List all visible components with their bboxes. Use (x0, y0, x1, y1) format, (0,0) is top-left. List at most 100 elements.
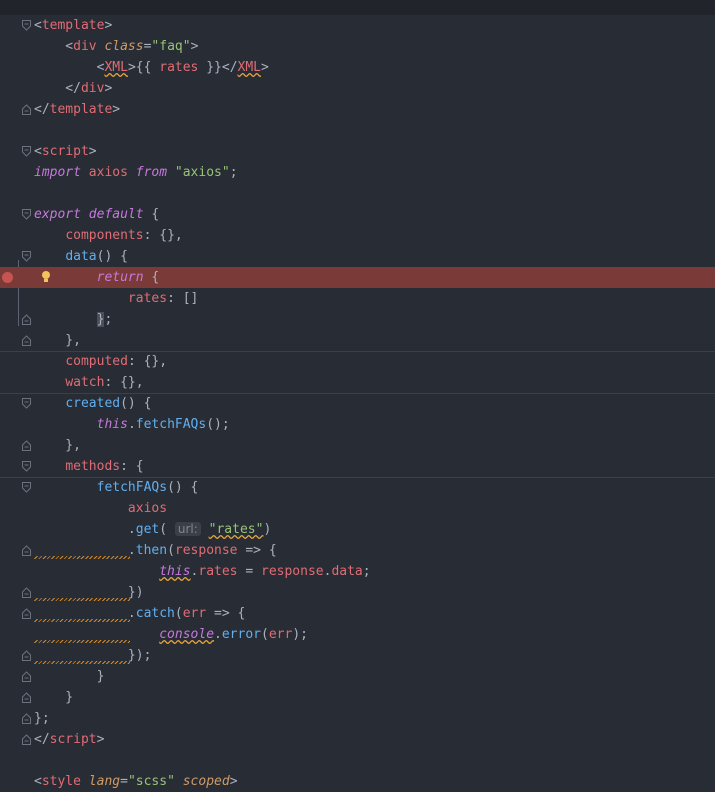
code-token: style (41, 774, 81, 789)
code-line[interactable]: }); (0, 645, 715, 666)
code-line[interactable]: <div class="faq"> (0, 36, 715, 57)
code-line[interactable]: }) (0, 582, 715, 603)
code-token: rates (159, 60, 199, 75)
code-token: lang (88, 774, 121, 789)
fold-close-icon[interactable] (22, 713, 31, 724)
code-line[interactable]: <template> (0, 15, 715, 36)
fold-close-icon[interactable] (22, 440, 31, 451)
code-line[interactable]: .then(response => { (0, 540, 715, 561)
fold-open-icon[interactable] (22, 461, 31, 472)
code-line[interactable]: this.rates = response.data; (0, 561, 715, 582)
code-text: computed: {}, (34, 351, 167, 372)
code-line[interactable] (0, 750, 715, 771)
code-token: }); (34, 648, 152, 663)
code-token: response (261, 564, 324, 579)
code-line[interactable]: } (0, 666, 715, 687)
code-token: (); (206, 417, 230, 432)
fold-close-icon[interactable] (22, 650, 31, 661)
code-text: <template> (34, 15, 112, 36)
code-text: .then(response => { (34, 540, 277, 561)
code-line[interactable] (0, 183, 715, 204)
fold-open-icon[interactable] (22, 251, 31, 262)
code-token: => { (237, 543, 277, 558)
code-text: }; (34, 309, 112, 330)
code-token: ; (229, 165, 238, 180)
code-text: data() { (34, 246, 128, 267)
code-line[interactable]: axios (0, 498, 715, 519)
code-token: { (143, 207, 160, 222)
code-token: } (34, 690, 74, 705)
code-line[interactable]: .get( url: "rates") (0, 519, 715, 540)
code-line[interactable]: console.error(err); (0, 624, 715, 645)
code-line[interactable]: return { (0, 267, 715, 288)
code-line[interactable]: export default { (0, 204, 715, 225)
fold-close-icon[interactable] (22, 335, 31, 346)
code-line[interactable]: </div> (0, 78, 715, 99)
code-token: } (34, 669, 105, 684)
code-line[interactable]: <script> (0, 141, 715, 162)
code-line[interactable]: fetchFAQs() { (0, 477, 715, 498)
code-line[interactable]: }; (0, 708, 715, 729)
code-token: response (174, 543, 238, 558)
code-line[interactable]: <XML>{{ rates }}</XML> (0, 57, 715, 78)
fold-open-icon[interactable] (22, 20, 31, 31)
code-text: }); (34, 645, 152, 666)
code-text: }; (34, 708, 50, 729)
breakpoint-icon[interactable] (2, 272, 13, 283)
fold-close-icon[interactable] (22, 545, 31, 556)
code-line[interactable]: created() { (0, 393, 715, 414)
code-token: </ (34, 81, 81, 96)
code-line[interactable]: .catch(err => { (0, 603, 715, 624)
code-text: console.error(err); (34, 624, 308, 645)
code-line[interactable]: }; (0, 309, 715, 330)
fold-close-icon[interactable] (22, 734, 31, 745)
code-line[interactable]: </script> (0, 729, 715, 750)
code-token: scoped (182, 774, 230, 789)
code-line[interactable]: this.fetchFAQs(); (0, 414, 715, 435)
code-token: data (331, 564, 363, 579)
fold-close-icon[interactable] (22, 314, 31, 325)
code-line[interactable]: computed: {}, (0, 351, 715, 372)
code-line[interactable]: }, (0, 330, 715, 352)
fold-close-icon[interactable] (22, 671, 31, 682)
code-token: this (159, 564, 191, 579)
code-token: > (88, 144, 97, 159)
code-token: from (135, 165, 168, 180)
code-line[interactable]: rates: [] (0, 288, 715, 309)
code-token: ; (362, 564, 371, 579)
code-token: < (34, 60, 105, 75)
code-line[interactable]: components: {}, (0, 225, 715, 246)
code-line[interactable]: data() { (0, 246, 715, 267)
code-token: . (34, 606, 136, 621)
code-line[interactable] (0, 120, 715, 141)
fold-close-icon[interactable] (22, 608, 31, 619)
code-line[interactable]: import axios from "axios"; (0, 162, 715, 183)
fold-close-icon[interactable] (22, 104, 31, 115)
code-line[interactable]: <style lang="scss" scoped> (0, 771, 715, 792)
code-line[interactable]: }, (0, 435, 715, 456)
code-text: </template> (34, 99, 120, 120)
fold-open-icon[interactable] (22, 482, 31, 493)
fold-open-icon[interactable] (22, 209, 31, 220)
code-line[interactable]: </template> (0, 99, 715, 120)
code-token: > (104, 18, 113, 33)
fold-open-icon[interactable] (22, 146, 31, 157)
code-token: console (159, 627, 215, 642)
code-text: </div> (34, 78, 112, 99)
code-line[interactable]: watch: {}, (0, 372, 715, 394)
code-line[interactable]: } (0, 687, 715, 708)
code-line[interactable]: methods: { (0, 456, 715, 478)
code-token: "scss" (127, 774, 175, 789)
fold-close-icon[interactable] (22, 587, 31, 598)
fold-open-icon[interactable] (22, 398, 31, 409)
fold-close-icon[interactable] (22, 692, 31, 703)
